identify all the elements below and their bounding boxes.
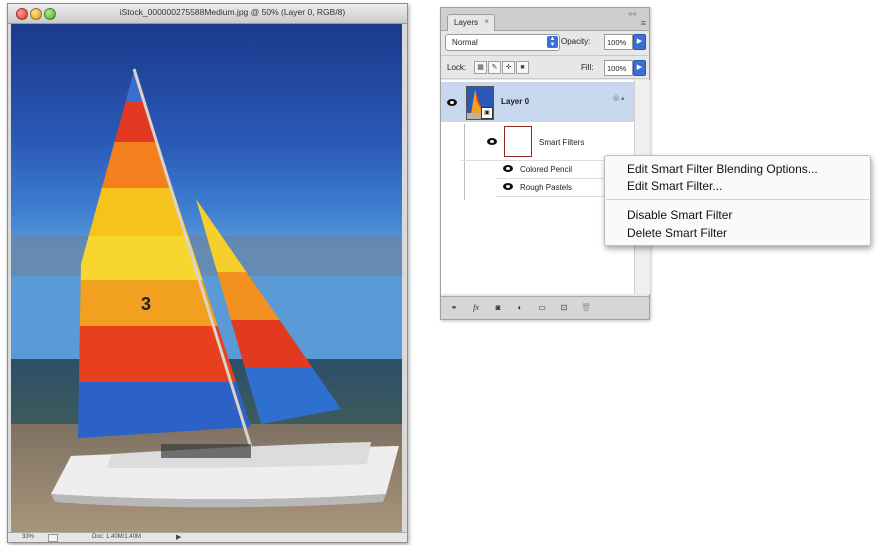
panel-header: Layers × «« ≡ <box>441 8 649 31</box>
zoom-preview-icon[interactable] <box>48 534 58 542</box>
add-mask-icon[interactable]: ◙ <box>491 302 505 314</box>
smart-filters-eye-icon[interactable] <box>487 138 497 145</box>
layer-row-layer-0[interactable]: ▣ Layer 0 ◎ ▴ <box>441 82 634 122</box>
image-canvas[interactable]: 3 <box>11 24 402 533</box>
panel-menu-icon[interactable]: ≡ <box>641 18 646 28</box>
document-window: iStock_000000275588Medium.jpg @ 50% (Lay… <box>7 3 408 543</box>
menu-item-edit-blending-options[interactable]: Edit Smart Filter Blending Options... <box>627 162 818 176</box>
opacity-slider-button[interactable]: ▶ <box>633 34 646 50</box>
tab-layers-label: Layers <box>454 18 479 27</box>
layer-style-fx-icon[interactable]: fx <box>469 302 483 314</box>
close-tab-icon[interactable]: × <box>484 17 489 26</box>
opacity-value: 100% <box>607 38 627 47</box>
blend-mode-value: Normal <box>452 38 478 47</box>
fill-value: 100% <box>607 64 627 73</box>
adjustment-layer-icon[interactable]: ◐ <box>513 302 527 314</box>
filter-eye-icon[interactable] <box>503 183 513 190</box>
smart-object-icon: ▣ <box>481 107 493 119</box>
new-layer-icon[interactable]: ⊡ <box>557 302 571 314</box>
fill-slider-button[interactable]: ▶ <box>633 60 646 76</box>
zoom-level[interactable]: 33% <box>22 534 34 540</box>
sailboat-image: 3 <box>11 24 402 533</box>
lock-all-icon[interactable]: ■ <box>516 61 529 74</box>
filter-eye-icon[interactable] <box>503 165 513 172</box>
visibility-eye-icon[interactable] <box>447 99 457 106</box>
fill-label: Fill: <box>581 63 594 72</box>
tab-layers[interactable]: Layers × <box>447 14 495 31</box>
layer-name: Layer 0 <box>501 97 530 106</box>
lock-transparency-icon[interactable]: ▦ <box>474 61 487 74</box>
blend-mode-stepper-icon: ▲ ▼ <box>547 36 558 48</box>
context-menu: Edit Smart Filter Blending Options... Ed… <box>604 155 871 246</box>
fill-input[interactable]: 100% <box>604 60 633 76</box>
smart-filter-mask-thumbnail[interactable] <box>504 126 532 157</box>
status-menu-arrow-icon[interactable]: ▶ <box>176 533 181 541</box>
lock-row: Lock: ▦ ✎ ✛ ■ Fill: 100% ▶ <box>441 55 649 79</box>
opacity-input[interactable]: 100% <box>604 34 633 50</box>
collapse-panel-icon[interactable]: «« <box>628 9 637 18</box>
trash-icon[interactable]: 🗑 <box>579 302 593 314</box>
minimize-window-button[interactable] <box>30 8 42 20</box>
svg-text:3: 3 <box>141 294 151 314</box>
close-window-button[interactable] <box>16 8 28 20</box>
opacity-label: Opacity: <box>561 37 591 46</box>
document-status-bar: 33% Doc: 1.40M/1.40M ▶ <box>8 532 407 542</box>
document-title: iStock_000000275588Medium.jpg @ 50% (Lay… <box>119 7 346 17</box>
menu-item-edit-smart-filter[interactable]: Edit Smart Filter... <box>627 179 722 193</box>
zoom-window-button[interactable] <box>44 8 56 20</box>
panel-footer: ⚭ fx ◙ ◐ ▭ ⊡ 🗑 <box>441 296 649 319</box>
document-titlebar[interactable]: iStock_000000275588Medium.jpg @ 50% (Lay… <box>8 4 407 24</box>
filter-name: Rough Pastels <box>520 183 573 192</box>
blend-mode-select[interactable]: Normal ▲ ▼ <box>445 34 560 51</box>
new-group-icon[interactable]: ▭ <box>535 302 549 314</box>
lock-image-pixels-icon[interactable]: ✎ <box>488 61 501 74</box>
menu-separator <box>606 199 869 200</box>
document-info: Doc: 1.40M/1.40M <box>92 534 142 540</box>
filter-name: Colored Pencil <box>520 165 573 174</box>
menu-item-disable-smart-filter[interactable]: Disable Smart Filter <box>627 208 732 222</box>
lock-label: Lock: <box>447 63 467 72</box>
smart-filters-label: Smart Filters <box>539 138 585 147</box>
menu-item-delete-smart-filter[interactable]: Delete Smart Filter <box>627 226 727 240</box>
link-layers-icon[interactable]: ⚭ <box>447 302 461 314</box>
smart-filter-indicator-icon[interactable]: ◎ ▴ <box>613 94 625 102</box>
lock-position-icon[interactable]: ✛ <box>502 61 515 74</box>
